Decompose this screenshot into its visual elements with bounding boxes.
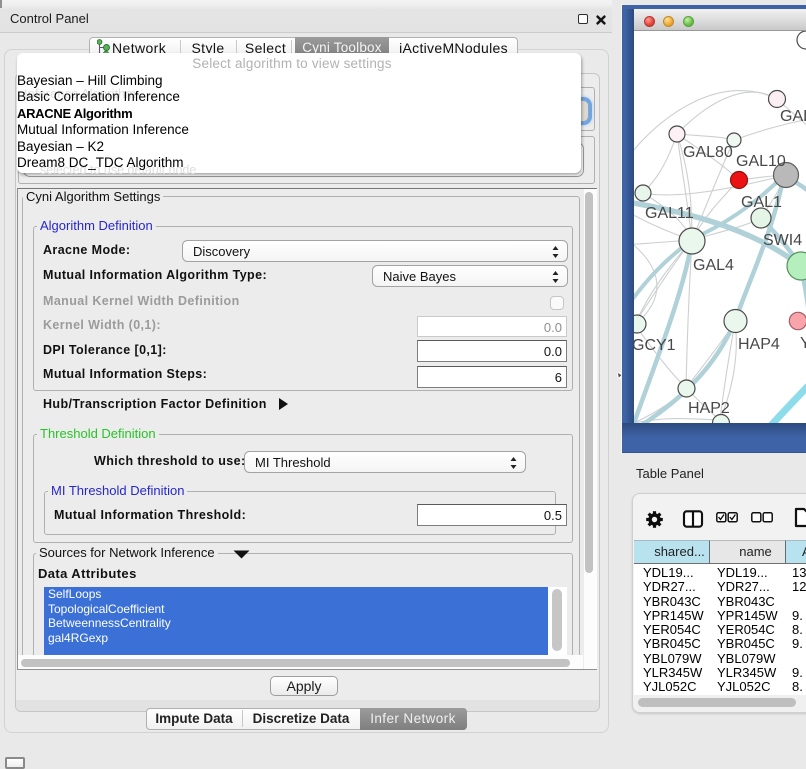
svg-text:GAL11: GAL11 <box>645 205 694 222</box>
svg-text:GAL2: GAL2 <box>780 108 806 125</box>
svg-text:Y: Y <box>800 335 806 352</box>
svg-text:SWI4: SWI4 <box>763 232 802 249</box>
svg-text:GAL80: GAL80 <box>683 144 733 161</box>
svg-text:HAP2: HAP2 <box>688 400 730 417</box>
svg-text:GAL1: GAL1 <box>741 194 782 211</box>
svg-text:GAL4: GAL4 <box>693 257 734 274</box>
svg-text:HAP4: HAP4 <box>738 336 780 353</box>
svg-text:GAL10: GAL10 <box>736 153 786 170</box>
svg-text:GCY1: GCY1 <box>634 337 676 354</box>
